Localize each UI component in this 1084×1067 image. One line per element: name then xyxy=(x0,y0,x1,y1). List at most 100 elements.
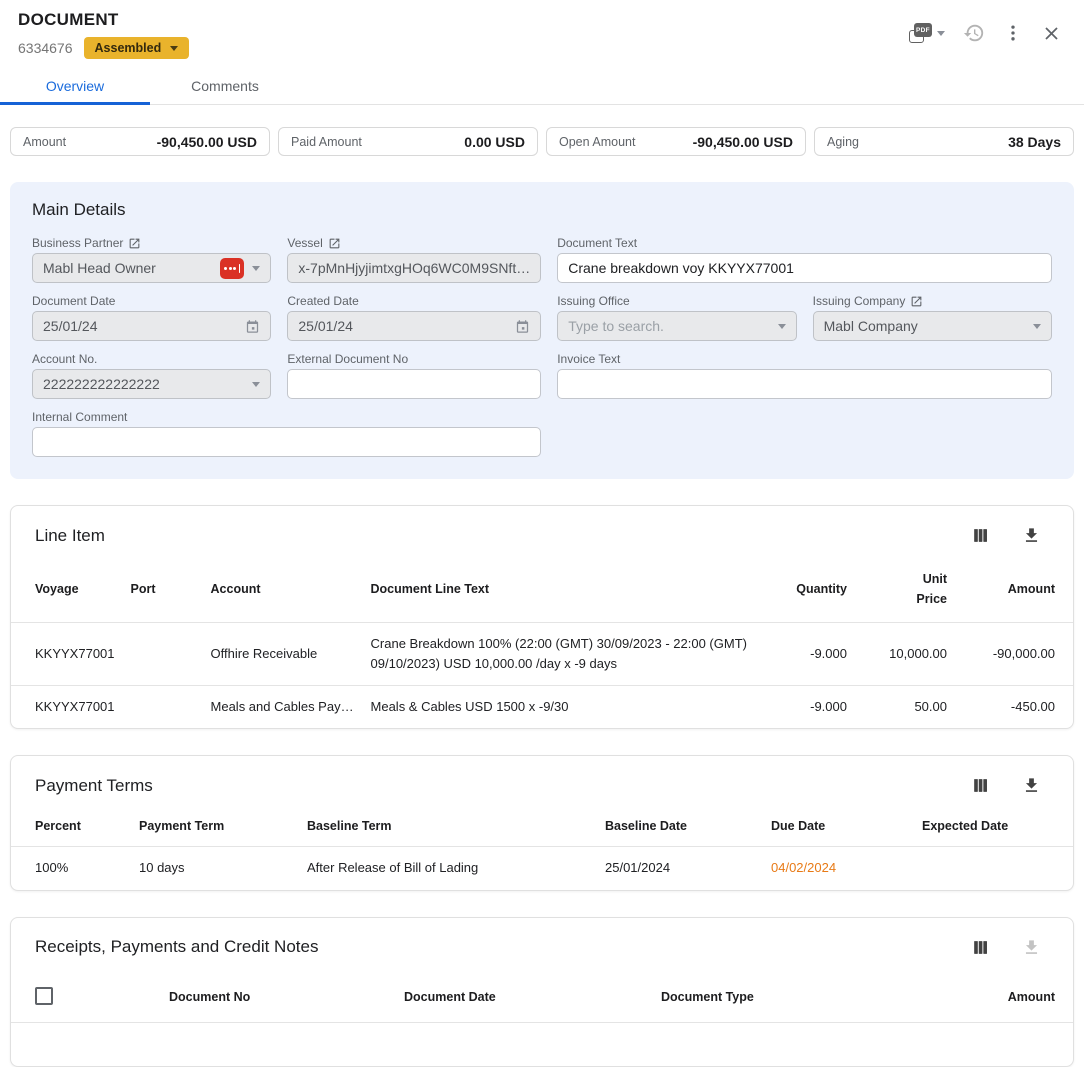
created-date-value: 25/01/24 xyxy=(298,318,507,334)
col-header-document-date: Document Date xyxy=(396,965,653,1023)
document-text-input[interactable] xyxy=(568,260,1041,276)
invoice-text-input[interactable] xyxy=(568,376,1041,392)
account-no-field: Account No. 222222222222222 xyxy=(32,352,271,399)
header-actions: PDF xyxy=(905,18,1066,48)
created-date-label: Created Date xyxy=(287,294,358,308)
external-document-no-input[interactable] xyxy=(298,376,530,392)
vessel-value: x-7pMnHjyjimtxgHOq6WC0M9SNft… xyxy=(298,260,530,276)
main-details-card: Main Details Business Partner Mabl Head … xyxy=(10,182,1074,479)
cell-unit-price: 50.00 xyxy=(855,686,955,729)
receipts-card: Receipts, Payments and Credit Notes Docu… xyxy=(10,917,1074,1067)
document-number: 6334676 xyxy=(18,40,73,56)
internal-comment-field: Internal Comment xyxy=(32,410,541,457)
col-header-due-date: Due Date xyxy=(763,803,914,847)
document-date-input: 25/01/24 xyxy=(32,311,271,341)
invoice-text-field: Invoice Text xyxy=(557,352,1052,399)
document-text-label: Document Text xyxy=(557,236,637,250)
col-header-quantity: Quantity xyxy=(767,553,855,623)
payment-terms-row[interactable]: 100% 10 days After Release of Bill of La… xyxy=(11,847,1073,890)
internal-comment-wrap xyxy=(32,427,541,457)
col-header-account: Account xyxy=(203,553,363,623)
more-menu-button[interactable] xyxy=(999,19,1027,47)
select-all-checkbox[interactable] xyxy=(35,987,53,1005)
col-header-document-line-text: Document Line Text xyxy=(363,553,767,623)
payment-terms-download-button[interactable] xyxy=(1018,772,1045,799)
col-header-unit-price: Unit Price xyxy=(911,569,947,609)
internal-comment-input[interactable] xyxy=(43,434,530,450)
col-header-port: Port xyxy=(123,553,203,623)
cell-document-line-text: Crane Breakdown 100% (22:00 (GMT) 30/09/… xyxy=(363,623,767,686)
cell-baseline-term: After Release of Bill of Lading xyxy=(299,847,597,890)
cell-due-date: 04/02/2024 xyxy=(763,847,914,890)
cell-account: Offhire Receivable xyxy=(203,623,363,686)
summary-card-paid-amount: Paid Amount 0.00 USD xyxy=(278,127,538,156)
calendar-icon xyxy=(245,319,260,334)
mabl-logo-icon xyxy=(220,258,244,279)
page-title: DOCUMENT xyxy=(18,10,189,30)
line-item-columns-button[interactable] xyxy=(967,522,994,549)
section-title-main-details: Main Details xyxy=(32,200,1052,220)
tab-comments-label: Comments xyxy=(191,78,259,94)
document-date-label: Document Date xyxy=(32,294,115,308)
download-icon xyxy=(1022,526,1041,545)
line-item-card: Line Item Voyage Port Account Document L… xyxy=(10,505,1074,729)
summary-value: 0.00 USD xyxy=(464,134,525,150)
cell-unit-price: 10,000.00 xyxy=(855,623,955,686)
payment-terms-header-row: Percent Payment Term Baseline Term Basel… xyxy=(11,803,1073,847)
created-date-field: Created Date 25/01/24 xyxy=(287,294,541,341)
line-item-header-row: Voyage Port Account Document Line Text Q… xyxy=(11,553,1073,623)
external-document-no-field: External Document No xyxy=(287,352,541,399)
cell-document-line-text: Meals & Cables USD 1500 x -9/30 xyxy=(363,686,767,729)
history-icon xyxy=(963,22,985,44)
summary-label: Aging xyxy=(827,135,859,149)
calendar-icon xyxy=(515,319,530,334)
cell-voyage: KKYYX77001 xyxy=(11,623,123,686)
status-badge[interactable]: Assembled xyxy=(84,37,190,59)
history-button[interactable] xyxy=(959,18,989,48)
tab-comments[interactable]: Comments xyxy=(150,67,300,104)
cell-percent: 100% xyxy=(11,847,131,890)
header: DOCUMENT 6334676 Assembled PDF xyxy=(0,0,1084,59)
account-no-value: 222222222222222 xyxy=(43,376,244,392)
cell-amount: -450.00 xyxy=(955,686,1073,729)
col-header-baseline-date: Baseline Date xyxy=(597,803,763,847)
external-document-no-wrap xyxy=(287,369,541,399)
cell-amount: -90,000.00 xyxy=(955,623,1073,686)
cell-expected-date xyxy=(914,847,1073,890)
line-item-download-button[interactable] xyxy=(1018,522,1045,549)
business-partner-label: Business Partner xyxy=(32,236,123,250)
chevron-down-icon xyxy=(1033,324,1041,329)
line-item-row[interactable]: KKYYX77001 Offhire Receivable Crane Brea… xyxy=(11,623,1073,686)
document-date-value: 25/01/24 xyxy=(43,318,237,334)
download-icon xyxy=(1022,938,1041,957)
columns-icon xyxy=(971,938,990,957)
issuing-company-value: Mabl Company xyxy=(824,318,1025,334)
invoice-text-wrap xyxy=(557,369,1052,399)
external-document-no-label: External Document No xyxy=(287,352,408,366)
payment-terms-columns-button[interactable] xyxy=(967,772,994,799)
export-pdf-button[interactable]: PDF xyxy=(905,19,949,47)
external-link-icon[interactable] xyxy=(910,295,923,308)
issuing-company-field: Issuing Company Mabl Company xyxy=(813,294,1052,341)
cell-quantity: -9.000 xyxy=(767,623,855,686)
summary-label: Paid Amount xyxy=(291,135,362,149)
chevron-down-icon xyxy=(170,46,178,51)
col-header-amount: Amount xyxy=(955,553,1073,623)
internal-comment-label: Internal Comment xyxy=(32,410,127,424)
section-title-receipts: Receipts, Payments and Credit Notes xyxy=(35,937,318,957)
summary-card-open-amount: Open Amount -90,450.00 USD xyxy=(546,127,806,156)
header-left: DOCUMENT 6334676 Assembled xyxy=(18,10,189,59)
external-link-icon[interactable] xyxy=(328,237,341,250)
close-button[interactable] xyxy=(1037,19,1066,48)
issuing-office-select: Type to search. xyxy=(557,311,796,341)
business-partner-field: Business Partner Mabl Head Owner xyxy=(32,236,271,283)
external-link-icon[interactable] xyxy=(128,237,141,250)
receipts-columns-button[interactable] xyxy=(967,934,994,961)
vessel-label: Vessel xyxy=(287,236,322,250)
line-item-row[interactable]: KKYYX77001 Meals and Cables Pay… Meals &… xyxy=(11,686,1073,729)
tab-overview[interactable]: Overview xyxy=(0,67,150,104)
chevron-down-icon xyxy=(252,266,260,271)
document-date-field: Document Date 25/01/24 xyxy=(32,294,271,341)
pdf-icon: PDF xyxy=(909,23,932,43)
account-no-select: 222222222222222 xyxy=(32,369,271,399)
